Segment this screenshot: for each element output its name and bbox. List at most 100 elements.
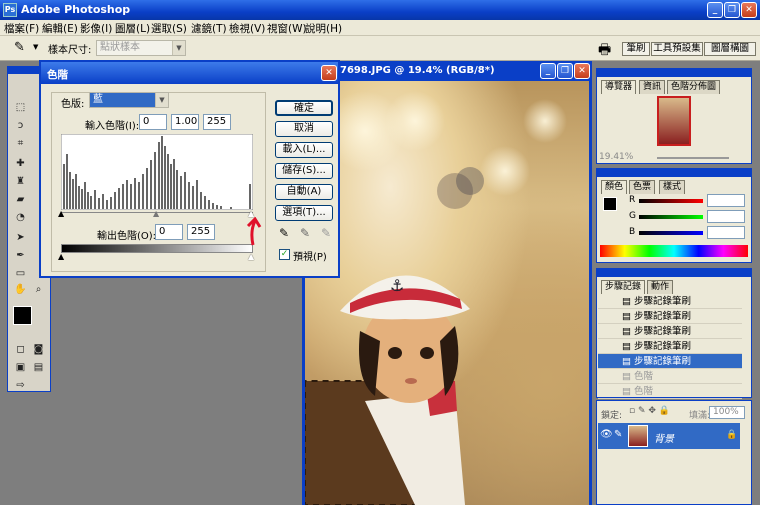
path-selection-icon[interactable]: ➤ [13, 230, 28, 245]
lock-options-icon[interactable]: ▫ ✎ ✥ 🔒 [629, 406, 670, 416]
output-black-slider[interactable]: ▲ [58, 252, 64, 261]
history-panel-header [597, 269, 751, 277]
layer-thumbnail [628, 425, 648, 447]
menu-image[interactable]: 影像(I) [80, 21, 112, 36]
history-item[interactable]: ▤ 步驟記錄筆刷 [598, 309, 742, 324]
brushes-palette-tab[interactable]: 筆刷 [622, 42, 650, 56]
menu-layer[interactable]: 圖層(L) [115, 21, 150, 36]
menu-select[interactable]: 選取(S) [151, 21, 187, 36]
tab-history[interactable]: 步驟記錄 [601, 280, 646, 294]
navigator-zoom-slider[interactable] [657, 157, 729, 159]
notes-tool-icon[interactable]: ▭ [13, 266, 28, 281]
jump-to-imageready-icon[interactable]: ⇨ [13, 378, 28, 393]
layer-visibility-eye-icon[interactable]: 👁 [600, 429, 613, 440]
close-button[interactable]: ✕ [741, 2, 757, 18]
color-spectrum-bar[interactable] [600, 245, 748, 257]
levels-close-button[interactable]: ✕ [321, 65, 337, 81]
input-white-field[interactable]: 255 [203, 114, 231, 130]
screen-mode-icon[interactable]: ▣ [13, 360, 28, 375]
layer-comps-palette-tab[interactable]: 圖層構圖 [704, 42, 756, 56]
color-foreground-swatch[interactable] [603, 197, 617, 211]
lasso-tool-icon[interactable]: ↄ [13, 118, 28, 133]
marquee-tool-icon[interactable]: ⬚ [13, 100, 28, 115]
tab-styles[interactable]: 樣式 [659, 180, 686, 194]
crop-tool-icon[interactable]: ⌗ [13, 136, 28, 151]
cancel-button[interactable]: 取消 [275, 121, 333, 137]
blur-tool-icon[interactable]: ◔ [13, 210, 28, 225]
full-screen-mode-icon[interactable]: ▤ [31, 360, 46, 375]
options-button[interactable]: 選項(T)... [275, 205, 333, 221]
document-close-button[interactable]: ✕ [574, 63, 590, 79]
gray-eyedropper-icon[interactable]: ✎ [300, 226, 310, 240]
quick-mask-icon[interactable]: ◙ [31, 342, 46, 357]
document-title: 7698.JPG @ 19.4% (RGB/8*) [340, 65, 495, 76]
document-restore-button[interactable]: ❐ [557, 63, 573, 79]
healing-brush-icon[interactable]: ✚ [13, 156, 28, 171]
tab-info[interactable]: 資訊 [639, 80, 666, 94]
input-black-field[interactable]: 0 [139, 114, 167, 130]
pen-tool-icon[interactable]: ✒ [13, 248, 28, 263]
navigator-zoom-value[interactable]: 19.41% [599, 152, 633, 162]
red-channel-field[interactable] [707, 194, 745, 207]
history-item-dimmed[interactable]: ▤ 色階 [598, 384, 742, 399]
menu-view[interactable]: 檢視(V) [229, 21, 265, 36]
load-button[interactable]: 載入(L)... [275, 142, 333, 158]
output-white-slider[interactable]: ▲ [248, 252, 254, 261]
channel-select[interactable]: 藍 ▼ [89, 92, 169, 108]
eraser-tool-icon[interactable]: ▰ [13, 192, 28, 207]
tool-preset-dropdown-icon[interactable]: ▼ [33, 43, 38, 51]
auto-button[interactable]: 自動(A) [275, 184, 333, 200]
blue-channel-slider[interactable] [639, 231, 703, 235]
input-gamma-slider[interactable]: ▲ [153, 209, 159, 218]
clone-stamp-icon[interactable]: ♜ [13, 174, 28, 189]
output-black-field[interactable]: 0 [155, 224, 183, 240]
document-minimize-button[interactable]: _ [540, 63, 556, 79]
save-button[interactable]: 儲存(S)... [275, 163, 333, 179]
standard-mode-icon[interactable]: ◻ [13, 342, 28, 357]
tab-color[interactable]: 顏色 [601, 180, 628, 194]
sample-size-label: 樣本尺寸: [48, 45, 92, 56]
layer-row-background[interactable]: 👁 ✎ 背景 🔒 [598, 423, 740, 449]
eyedropper-tool-icon[interactable]: ✎ [14, 40, 25, 55]
restore-button[interactable]: ❐ [724, 2, 740, 18]
menu-file[interactable]: 檔案(F) [4, 21, 39, 36]
blue-channel-field[interactable] [707, 226, 745, 239]
black-eyedropper-icon[interactable]: ✎ [279, 226, 289, 240]
green-channel-field[interactable] [707, 210, 745, 223]
fill-field[interactable]: 100% [709, 406, 745, 419]
ok-button[interactable]: 確定 [275, 100, 333, 116]
menu-window[interactable]: 視窗(W) [267, 21, 307, 36]
history-item[interactable]: ▤ 步驟記錄筆刷 [598, 294, 742, 309]
navigator-thumbnail[interactable] [657, 96, 691, 146]
zoom-tool-icon[interactable]: ⌕ [31, 282, 46, 297]
hand-tool-icon[interactable]: ✋ [13, 282, 28, 297]
tab-swatches[interactable]: 色票 [629, 180, 656, 194]
preview-checkbox[interactable]: ✓ [279, 249, 290, 260]
tool-presets-palette-tab[interactable]: 工具預設集 [651, 42, 703, 56]
menu-bar: 檔案(F) 編輯(E) 影像(I) 圖層(L) 選取(S) 濾鏡(T) 檢視(V… [0, 20, 760, 36]
tab-actions[interactable]: 動作 [647, 280, 674, 294]
printer-icon[interactable]: 🖶 [598, 39, 611, 63]
history-item-selected[interactable]: ▤ 步驟記錄筆刷 [598, 354, 742, 369]
history-item[interactable]: ▤ 步驟記錄筆刷 [598, 339, 742, 354]
document-canvas-photo[interactable]: ⚓ [305, 81, 589, 505]
tab-navigator[interactable]: 導覽器 [601, 80, 637, 94]
sample-size-select[interactable]: 點狀樣本 ▼ [96, 40, 186, 56]
history-item[interactable]: ▤ 步驟記錄筆刷 [598, 324, 742, 339]
tab-histogram[interactable]: 色階分佈圖 [667, 80, 721, 94]
foreground-color-swatch[interactable] [13, 306, 32, 325]
preview-label: 預視(P) [293, 252, 327, 263]
input-black-slider[interactable]: ▲ [58, 209, 64, 218]
red-channel-slider[interactable] [639, 199, 703, 203]
fill-label: 填滿: [689, 411, 711, 421]
history-item-dimmed[interactable]: ▤ 色階 [598, 369, 742, 384]
green-channel-slider[interactable] [639, 215, 703, 219]
input-gamma-field[interactable]: 1.00 [171, 114, 199, 130]
menu-edit[interactable]: 編輯(E) [42, 21, 78, 36]
menu-filter[interactable]: 濾鏡(T) [191, 21, 227, 36]
layers-panel: 鎖定: ▫ ✎ ✥ 🔒 填滿: 100% 👁 ✎ 背景 🔒 [596, 400, 752, 505]
menu-help[interactable]: 說明(H) [305, 21, 342, 36]
white-eyedropper-icon[interactable]: ✎ [321, 226, 331, 240]
output-white-field[interactable]: 255 [187, 224, 215, 240]
minimize-button[interactable]: _ [707, 2, 723, 18]
